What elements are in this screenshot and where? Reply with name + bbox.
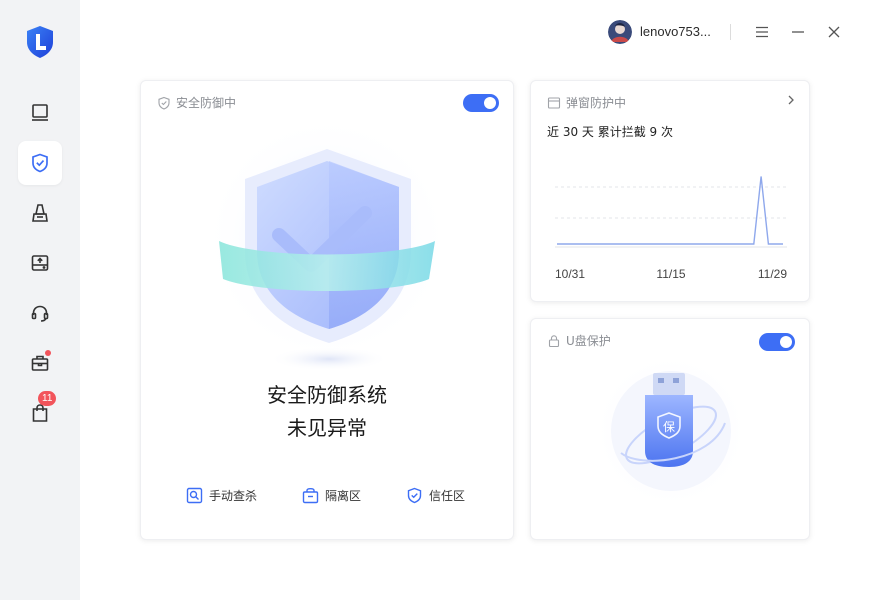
usb-card-title: U盘保护 [547, 332, 611, 349]
broom-icon [32, 204, 48, 222]
usb-protection-card: U盘保护 保 [530, 318, 810, 540]
close-button[interactable] [824, 22, 844, 42]
x-tick-label: 11/29 [758, 267, 787, 281]
defense-card: 安全防御中 安全防御系统 未见异常 手动查杀 隔离区 信任区 [140, 80, 514, 540]
manual-scan-button[interactable]: 手动查杀 [186, 487, 257, 504]
minimize-icon [792, 31, 804, 33]
close-icon [828, 26, 840, 38]
popup-block-chart: 10/31 11/15 11/29 [555, 176, 787, 281]
manual-scan-label: 手动查杀 [209, 489, 258, 503]
avatar-image [608, 20, 632, 44]
menu-icon [756, 26, 768, 38]
usb-status-label: U盘保护 [566, 334, 611, 348]
scan-icon [186, 487, 203, 504]
defense-card-title: 安全防御中 [157, 94, 236, 111]
usb-toggle[interactable] [759, 333, 795, 351]
nav-clean[interactable] [18, 191, 62, 235]
shield-outline-icon [158, 96, 170, 110]
avatar[interactable] [608, 20, 632, 44]
sidebar: 11 [0, 0, 80, 600]
nav-defense[interactable] [18, 141, 62, 185]
defense-toggle[interactable] [463, 94, 499, 112]
nav-store[interactable]: 11 [18, 391, 62, 435]
trust-zone-button[interactable]: 信任区 [406, 487, 465, 504]
nav-support[interactable] [18, 291, 62, 335]
status-line-1: 安全防御系统 [267, 383, 387, 407]
x-tick-label: 11/15 [656, 267, 685, 281]
trust-shield-icon [407, 487, 422, 504]
app-logo [27, 26, 53, 58]
status-line-2: 未见异常 [287, 416, 367, 440]
defense-status-label: 安全防御中 [176, 96, 237, 110]
quarantine-icon [302, 487, 319, 504]
title-bar: lenovo753... [80, 0, 870, 64]
device-icon [32, 104, 48, 121]
menu-button[interactable] [752, 22, 772, 42]
x-tick-label: 10/31 [555, 267, 585, 281]
lock-icon [548, 334, 560, 347]
defense-shield-illustration [202, 126, 452, 376]
nav-drive[interactable] [18, 241, 62, 285]
usb-badge-char: 保 [663, 420, 675, 434]
minimize-button[interactable] [788, 22, 808, 42]
trust-zone-label: 信任区 [429, 489, 466, 503]
nav-device[interactable] [18, 91, 62, 135]
quarantine-button[interactable]: 隔离区 [302, 487, 361, 504]
headset-icon [31, 305, 49, 322]
quarantine-label: 隔离区 [325, 489, 362, 503]
notification-count-badge: 11 [38, 391, 57, 406]
username[interactable]: lenovo753... [640, 24, 711, 39]
nav-toolbox[interactable] [18, 341, 62, 385]
notification-dot [45, 350, 51, 356]
usb-drive-illustration: 保 [591, 351, 751, 511]
popup-protection-card[interactable]: 弹窗防护中 近 30 天 累计拦截 9 次 10/31 11/15 11/29 [530, 80, 810, 302]
drive-icon [31, 255, 49, 271]
shield-check-icon [32, 153, 48, 173]
divider [730, 24, 731, 40]
